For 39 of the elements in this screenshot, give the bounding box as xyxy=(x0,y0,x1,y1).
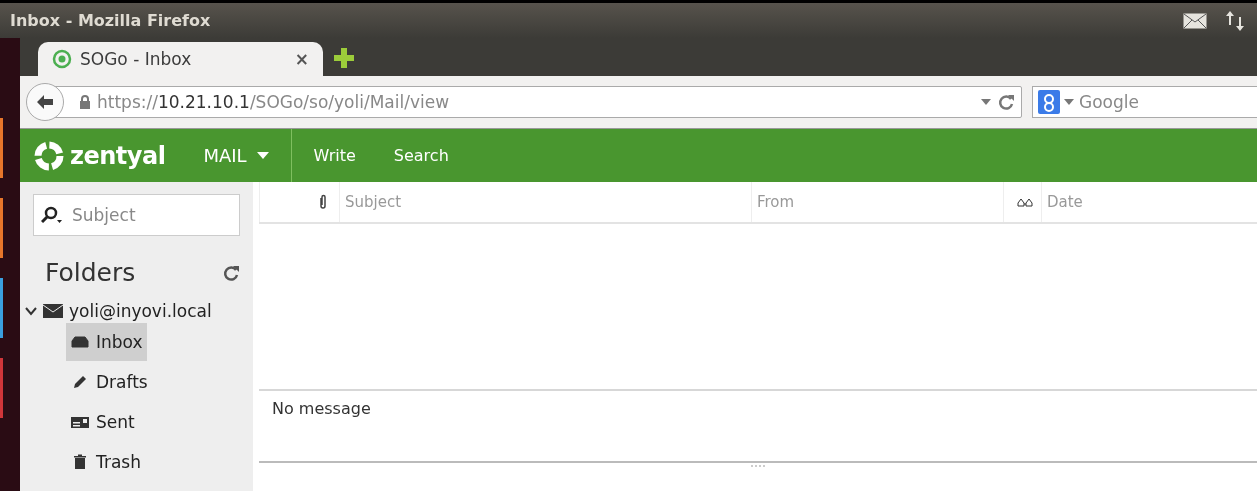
glasses-icon[interactable] xyxy=(1017,197,1033,207)
search-field[interactable]: Google xyxy=(1032,86,1257,118)
back-button[interactable] xyxy=(26,83,64,121)
folder-item[interactable]: Inbox xyxy=(66,323,147,361)
paperclip-icon[interactable] xyxy=(319,194,327,210)
target-icon xyxy=(52,49,72,69)
tab-title: SOGo - Inbox xyxy=(80,49,193,69)
chevron-down-icon[interactable] xyxy=(25,306,37,316)
nav-link[interactable]: Search xyxy=(393,146,449,165)
tab-close-button[interactable]: × xyxy=(294,49,309,69)
app-logo[interactable]: zentyal xyxy=(34,140,166,171)
transfer-arrows-icon[interactable] xyxy=(1225,9,1245,32)
postcard-icon xyxy=(70,414,90,430)
empty-message: No message xyxy=(272,399,371,418)
back-arrow-icon xyxy=(36,94,54,110)
url-text: https://10.21.10.1/SOGo/so/yoli/Mail/view xyxy=(97,92,451,112)
dropdown-caret-icon[interactable] xyxy=(1064,99,1074,105)
search-field[interactable]: Subject xyxy=(33,194,240,236)
account-label[interactable]: yoli@inyovi.local xyxy=(69,301,212,321)
dropdown-caret-icon[interactable] xyxy=(981,99,991,105)
envelope-icon xyxy=(43,304,63,318)
search-engine-icon[interactable] xyxy=(1038,90,1060,114)
browser-tab[interactable]: SOGo - Inbox × xyxy=(38,42,323,76)
folder-item[interactable]: Sent xyxy=(66,403,139,441)
nav-link[interactable]: Write xyxy=(313,146,356,165)
refresh-icon[interactable] xyxy=(222,263,240,282)
caret-icon xyxy=(256,152,269,159)
folder-item[interactable]: Trash xyxy=(66,443,145,481)
resize-grip[interactable] xyxy=(751,465,765,469)
reload-icon[interactable] xyxy=(997,93,1015,111)
inbox-tray-icon xyxy=(70,334,90,350)
folders-heading: Folders xyxy=(45,258,136,287)
new-tab-plus-icon[interactable] xyxy=(333,47,355,69)
ring-logo-icon xyxy=(34,140,64,171)
folder-item[interactable]: Drafts xyxy=(66,363,152,401)
search-icon xyxy=(41,206,63,224)
window-title: Inbox - Mozilla Firefox xyxy=(10,11,212,30)
padlock-icon xyxy=(79,95,91,109)
envelope-icon[interactable] xyxy=(1183,12,1207,29)
